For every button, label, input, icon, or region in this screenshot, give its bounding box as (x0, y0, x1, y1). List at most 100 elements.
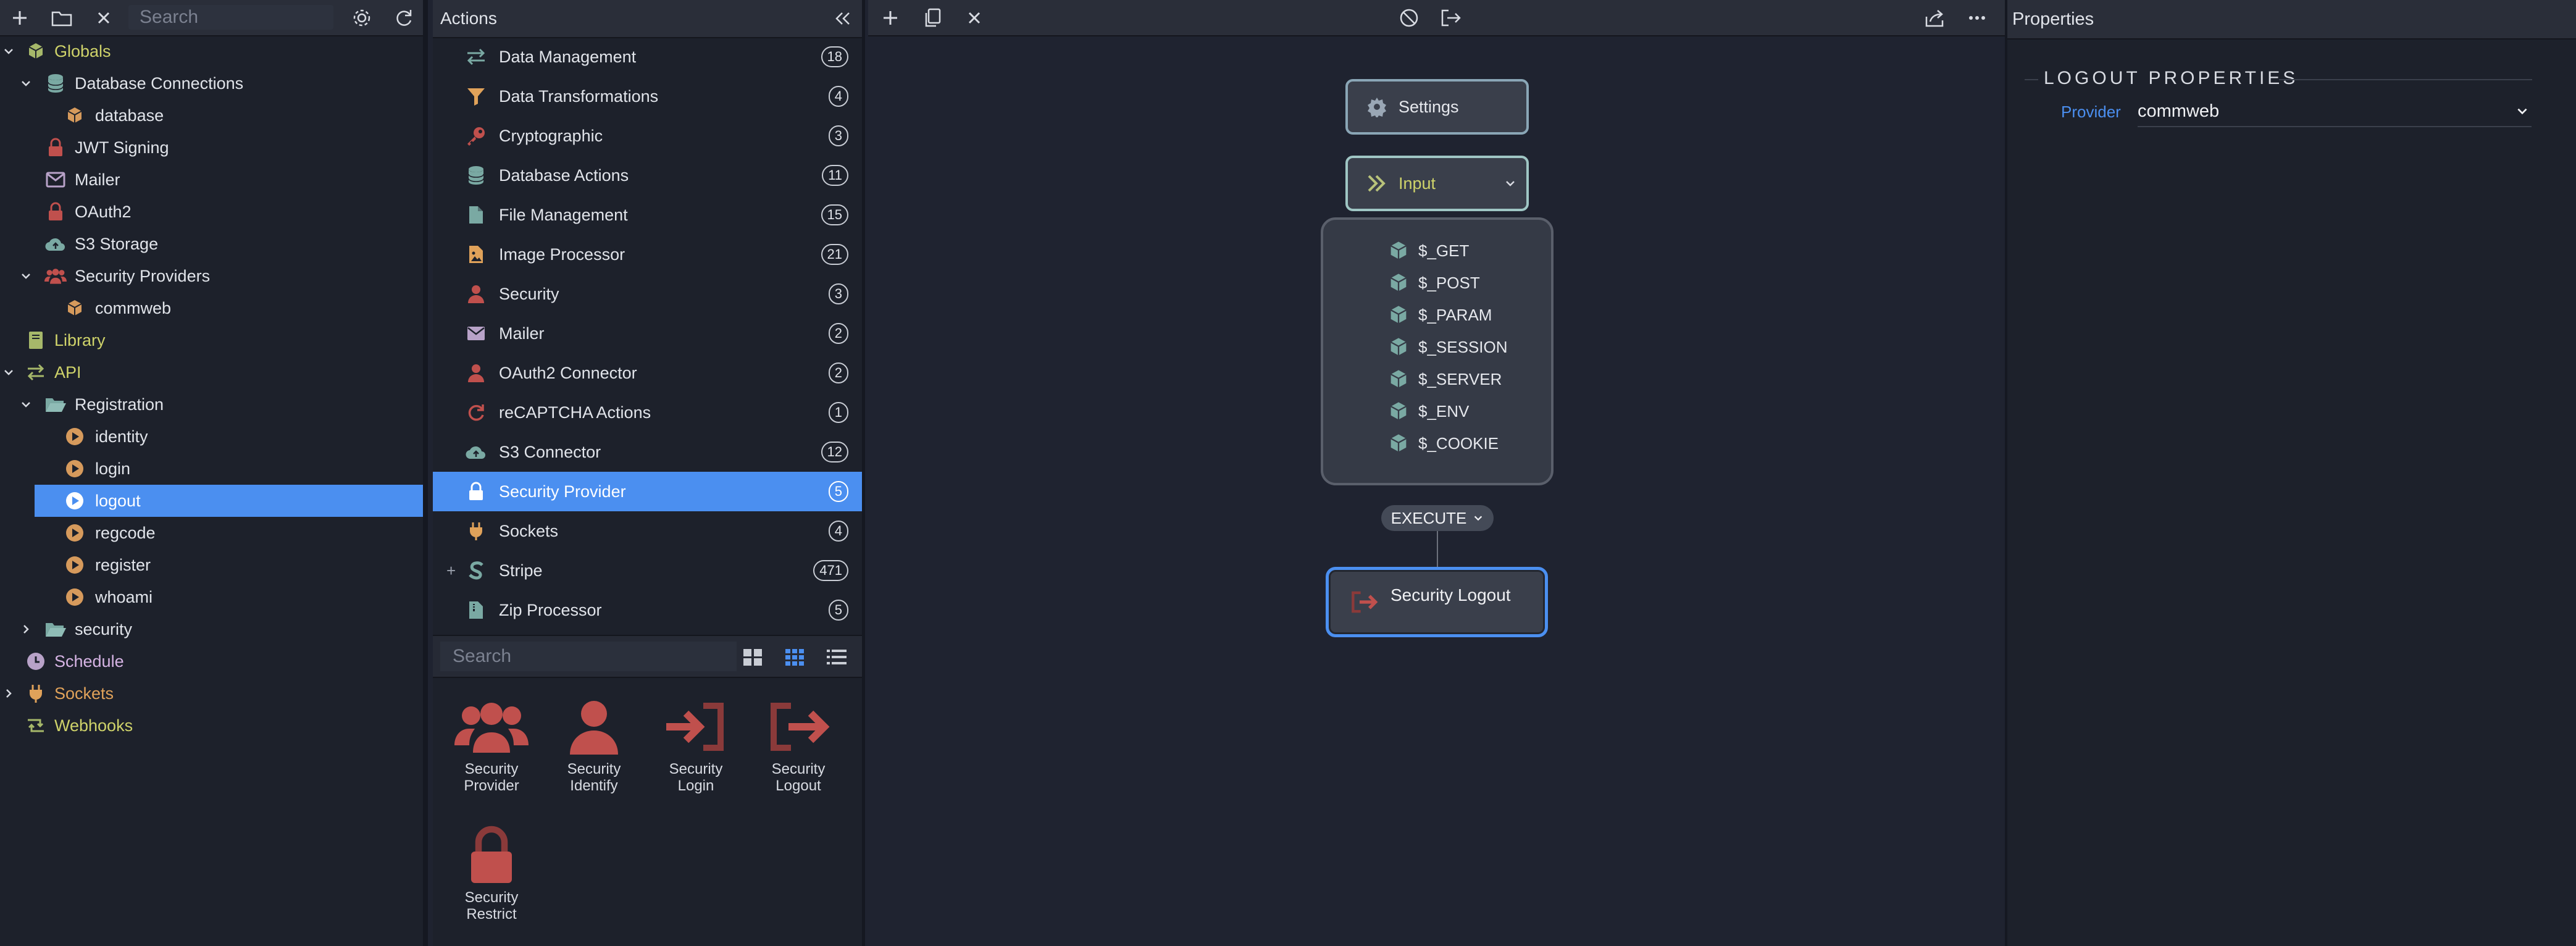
action-category-data-transformations[interactable]: Data Transformations 4 (433, 77, 862, 116)
security-logout-step[interactable]: Security Logout (1326, 567, 1548, 637)
tree-item-label: Schedule (54, 651, 124, 671)
tile-security-restrict[interactable]: Security Restrict (445, 821, 538, 923)
lock-icon (445, 821, 538, 889)
tree-item-webhooks[interactable]: Webhooks (0, 710, 423, 742)
play-circle-icon (64, 522, 86, 544)
variable-label: $_POST (1418, 273, 1480, 292)
chevron-down-icon[interactable] (1504, 177, 1516, 190)
chevron-down-icon[interactable] (19, 76, 33, 91)
copy-icon[interactable] (915, 0, 950, 35)
tree-item-sockets[interactable]: Sockets (0, 677, 423, 710)
tree-item-logout[interactable]: logout (35, 485, 423, 517)
provider-select[interactable]: commweb (2138, 96, 2532, 127)
tree-item-commweb[interactable]: commweb (0, 292, 423, 324)
tree-item-register[interactable]: register (0, 549, 423, 581)
action-category-file-management[interactable]: File Management 15 (433, 195, 862, 235)
actions-search-input[interactable] (451, 645, 737, 668)
action-category-recaptcha-actions[interactable]: reCAPTCHA Actions 1 (433, 393, 862, 432)
tile-security-logout[interactable]: Security Logout (752, 693, 845, 794)
tree-item-jwt-signing[interactable]: JWT Signing (0, 132, 423, 164)
tree-item-regcode[interactable]: regcode (0, 517, 423, 549)
actions-search-field[interactable] (440, 642, 737, 671)
chevron-right-icon[interactable] (1, 686, 16, 701)
refresh-icon[interactable] (387, 0, 421, 35)
action-category-database-actions[interactable]: Database Actions 11 (433, 156, 862, 195)
variable-server[interactable]: $_SERVER (1387, 367, 1502, 391)
export-step-icon[interactable] (1434, 0, 1468, 35)
action-category-sockets[interactable]: Sockets 4 (433, 511, 862, 551)
tree-item-globals[interactable]: Globals (0, 35, 423, 67)
plug-icon (25, 682, 47, 705)
action-category-s3-connector[interactable]: S3 Connector 12 (433, 432, 862, 472)
tree-item-library[interactable]: Library (0, 324, 423, 356)
action-category-image-processor[interactable]: Image Processor 21 (433, 235, 862, 274)
variable-get[interactable]: $_GET (1387, 238, 1469, 263)
execute-toggle[interactable]: EXECUTE (1381, 505, 1494, 531)
folder-icon[interactable] (44, 0, 79, 35)
chevron-right-icon[interactable] (19, 622, 33, 637)
action-category-cryptographic[interactable]: Cryptographic 3 (433, 116, 862, 156)
tree-item-label: Registration (75, 395, 164, 414)
add-icon[interactable] (873, 0, 908, 35)
chevron-down-icon[interactable] (1, 44, 16, 59)
tree-item-identity[interactable]: identity (0, 421, 423, 453)
tree-search-field[interactable] (128, 5, 333, 30)
action-category-mailer[interactable]: Mailer 2 (433, 314, 862, 353)
disable-icon[interactable] (1392, 0, 1426, 35)
tree-item-label: Security Providers (75, 266, 211, 285)
tree-item-security-providers[interactable]: Security Providers (0, 260, 423, 292)
tree-item-oauth2[interactable]: OAuth2 (0, 196, 423, 228)
tree-item-database-connections[interactable]: Database Connections (0, 67, 423, 99)
expand-plus-icon[interactable]: + (446, 561, 456, 580)
settings-node[interactable]: Settings (1345, 79, 1529, 135)
tree-item-label: Mailer (75, 170, 120, 189)
clock-icon (25, 650, 47, 672)
close-icon[interactable] (86, 0, 121, 35)
add-icon[interactable] (2, 0, 37, 35)
variable-post[interactable]: $_POST (1387, 270, 1480, 295)
close-icon[interactable] (957, 0, 992, 35)
variable-param[interactable]: $_PARAM (1387, 303, 1492, 327)
tile-label-line1: Security (771, 761, 826, 777)
tree-item-login[interactable]: login (0, 453, 423, 485)
tree-item-api[interactable]: API (0, 356, 423, 388)
variable-cookie[interactable]: $_COOKIE (1387, 431, 1499, 456)
count-badge: 5 (828, 481, 848, 502)
share-icon[interactable] (1918, 0, 1952, 35)
action-category-security-provider[interactable]: Security Provider 5 (433, 472, 862, 511)
gear-icon[interactable] (345, 0, 379, 35)
tile-security-provider[interactable]: Security Provider (445, 693, 538, 794)
chevron-down-icon[interactable] (19, 269, 33, 283)
mail-icon (44, 169, 67, 191)
actions-title: Actions (440, 9, 497, 28)
tree-item-security[interactable]: security (0, 613, 423, 645)
variable-session[interactable]: $_SESSION (1387, 335, 1508, 359)
tree-item-label: security (75, 619, 133, 638)
more-icon[interactable] (1960, 0, 1994, 35)
large-grid-icon[interactable] (742, 646, 764, 668)
collapse-panel-icon[interactable] (826, 0, 860, 37)
tree-item-schedule[interactable]: Schedule (0, 645, 423, 677)
variable-env[interactable]: $_ENV (1387, 399, 1469, 424)
action-category-stripe[interactable]: + Stripe 471 (433, 551, 862, 590)
count-badge: 21 (821, 244, 848, 265)
chevron-down-icon[interactable] (19, 397, 33, 412)
list-view-icon[interactable] (826, 646, 848, 668)
tree-item-mailer[interactable]: Mailer (0, 164, 423, 196)
tree-item-whoami[interactable]: whoami (0, 581, 423, 613)
small-grid-icon[interactable] (784, 646, 806, 668)
action-category-data-management[interactable]: Data Management 18 (433, 37, 862, 77)
action-category-security[interactable]: Security 3 (433, 274, 862, 314)
action-category-zip-processor[interactable]: Zip Processor 5 (433, 590, 862, 630)
tree-item-database[interactable]: database (0, 99, 423, 132)
tile-security-identify[interactable]: Security Identify (548, 693, 640, 794)
chevron-down-icon[interactable] (1, 365, 16, 380)
count-badge: 18 (821, 46, 848, 67)
input-node[interactable]: Input (1345, 156, 1529, 211)
tile-security-login[interactable]: Security Login (650, 693, 742, 794)
tree-search-input[interactable] (138, 6, 333, 28)
tree-item-s3-storage[interactable]: S3 Storage (0, 228, 423, 260)
tree-item-registration[interactable]: Registration (0, 388, 423, 421)
action-category-oauth2-connector[interactable]: OAuth2 Connector 2 (433, 353, 862, 393)
users-icon (445, 693, 538, 761)
